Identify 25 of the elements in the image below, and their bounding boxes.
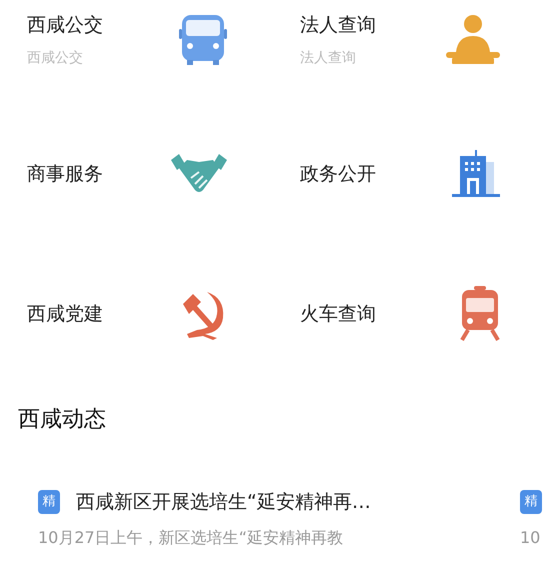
service-title: 政务公开: [300, 163, 376, 185]
featured-badge: 精: [520, 490, 542, 514]
service-title: 西咸党建: [27, 303, 103, 325]
section-heading: 西咸动态: [17, 406, 107, 434]
news-summary: 10: [520, 528, 542, 548]
news-title: 西咸新区开展选培生“延安精神再…: [76, 490, 371, 514]
speaker-at-podium-icon: [444, 14, 502, 66]
office-building-icon: [450, 148, 502, 200]
train-icon: [458, 286, 502, 342]
service-subtitle: 西咸公交: [27, 50, 84, 66]
service-tile[interactable]: 法人查询 法人查询: [275, 0, 550, 104]
service-tile[interactable]: 政务公开: [275, 104, 550, 244]
service-tile[interactable]: 商事服务: [0, 104, 275, 244]
service-subtitle: 法人查询: [300, 50, 357, 66]
service-tile[interactable]: 火车查询: [275, 244, 550, 384]
news-card[interactable]: 精 西咸新区开展选培生“延安精神再… 10月27日上午，新区选培生“延安精神再教: [38, 490, 498, 548]
featured-badge: 精: [38, 490, 60, 514]
service-title: 商事服务: [27, 163, 103, 185]
bus-icon: [177, 13, 229, 67]
service-tile[interactable]: 西咸党建: [0, 244, 275, 384]
service-title: 法人查询: [300, 14, 376, 36]
service-tile[interactable]: 西咸公交 西咸公交: [0, 0, 275, 104]
service-title: 西咸公交: [27, 14, 103, 36]
service-title: 火车查询: [300, 303, 376, 325]
news-summary: 10月27日上午，新区选培生“延安精神再教: [38, 528, 344, 548]
